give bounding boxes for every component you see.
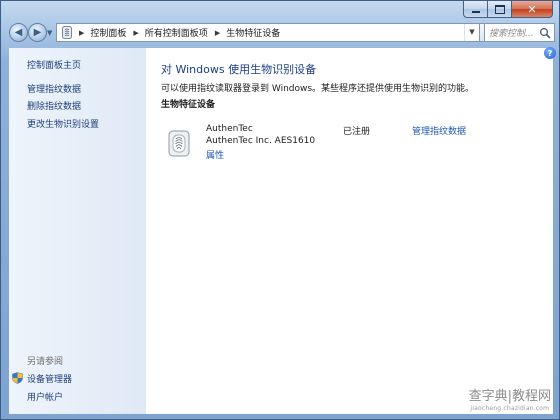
watermark-text: 查字典|教程网 [468,389,551,404]
address-bar[interactable]: ▶ 控制面板 ▶ 所有控制面板项 ▶ 生物特征设备 ▼ [56,23,480,42]
breadcrumb-all-items[interactable]: 所有控制面板项 [145,26,208,39]
manage-fingerprint-link[interactable]: 管理指纹数据 [412,124,466,137]
watermark: 查字典|教程网 jiaocheng.chazidian.com [468,389,551,415]
page-description: 可以使用指纹读取器登录到 Windows。某些程序还提供使用生物识别的功能。 [161,84,475,94]
device-properties-link[interactable]: 属性 [206,148,224,161]
sidebar-item-manage-fingerprint[interactable]: 管理指纹数据 [27,82,81,95]
left-task-pane: 控制面板主页 管理指纹数据 删除指纹数据 更改生物识别设置 另请参阅 设备管理器… [9,48,146,414]
sidebar-item-control-panel-home[interactable]: 控制面板主页 [27,58,81,71]
search-icon[interactable] [539,27,551,39]
breadcrumb: ▶ 控制面板 ▶ 所有控制面板项 ▶ 生物特征设备 [72,26,280,40]
minimize-icon [471,10,480,13]
section-heading: 生物特征设备 [161,100,216,110]
control-panel-window: ✕ ◀ ▶ ▼ ▶ 控制面板 ▶ 所有控制面板项 ▶ 生物特征设备 ▼ ↻ 搜索… [0,0,560,420]
watermark-url: jiaocheng.chazidian.com [470,405,550,412]
content-pane: 对 Windows 使用生物识别设备 可以使用指纹读取器登录到 Windows。… [146,48,553,414]
breadcrumb-chevron-icon[interactable]: ▶ [133,29,138,37]
device-name: AuthenTec [206,124,253,134]
help-icon: ? [547,48,553,58]
back-button[interactable]: ◀ [9,23,28,42]
maximize-icon [494,4,505,14]
see-also-user-accounts[interactable]: 用户帐户 [27,390,63,403]
device-status: 已注册 [343,127,371,137]
page-title: 对 Windows 使用生物识别设备 [161,63,317,76]
fingerprint-icon [62,26,72,39]
sidebar-item-delete-fingerprint[interactable]: 删除指纹数据 [27,99,81,112]
close-icon: ✕ [527,2,537,16]
device-model: AuthenTec Inc. AES1610 [206,136,316,146]
fingerprint-reader-icon [168,130,190,157]
recent-pages-dropdown-icon[interactable]: ▼ [47,29,52,37]
back-arrow-icon: ◀ [14,27,23,38]
search-placeholder: 搜索控制... [489,29,534,39]
address-dropdown-icon[interactable]: ▼ [464,24,479,41]
breadcrumb-chevron-icon[interactable]: ▶ [215,29,220,37]
see-also-heading: 另请参阅 [27,357,64,367]
uac-shield-icon [12,372,23,384]
forward-arrow-icon: ▶ [33,27,42,38]
see-also-device-manager[interactable]: 设备管理器 [27,372,72,385]
breadcrumb-biometric-devices[interactable]: 生物特征设备 [226,26,280,39]
breadcrumb-chevron-icon[interactable]: ▶ [79,29,84,37]
caption-buttons: ✕ [463,1,553,18]
sidebar-item-change-biometric-settings[interactable]: 更改生物识别设置 [27,117,99,130]
close-button[interactable]: ✕ [511,1,553,18]
forward-button[interactable]: ▶ [28,23,47,42]
help-button[interactable]: ? [544,47,556,59]
maximize-button[interactable] [487,1,511,18]
minimize-button[interactable] [463,1,487,18]
breadcrumb-control-panel[interactable]: 控制面板 [90,26,126,39]
search-box[interactable]: 搜索控制... [484,23,555,42]
